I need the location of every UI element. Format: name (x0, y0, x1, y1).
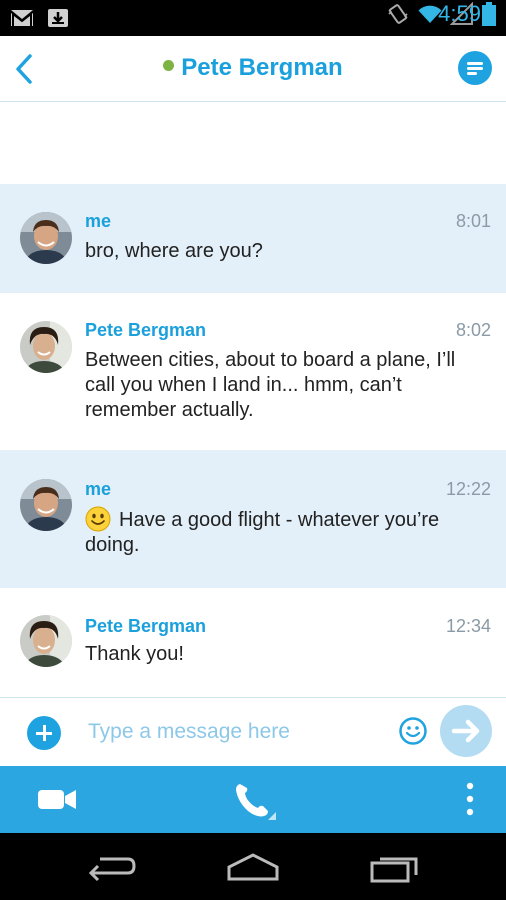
system-navigation-bar (0, 833, 506, 900)
emoticon-button[interactable] (398, 716, 428, 746)
smiley-icon (85, 506, 111, 532)
message-item[interactable]: me 8:01 bro, where are you? (0, 184, 506, 293)
battery-icon (482, 2, 496, 26)
voice-call-button[interactable] (232, 780, 276, 820)
sender-name: Pete Bergman (85, 320, 207, 340)
call-action-bar (0, 766, 506, 833)
system-recents-button[interactable] (370, 851, 420, 883)
video-camera-icon (38, 790, 76, 809)
presence-online-icon (163, 60, 175, 71)
sender-name: me (85, 479, 112, 499)
message-composer (0, 697, 506, 766)
avatar (20, 479, 72, 531)
send-button[interactable] (440, 705, 492, 757)
status-time: 4:59 (438, 1, 481, 26)
avatar (20, 212, 72, 264)
message-time: 12:34 (445, 616, 491, 636)
message-text: Thank you! (85, 643, 184, 665)
contact-name: Pete Bergman (181, 54, 343, 81)
menu-line-icon (467, 67, 483, 70)
more-options-button[interactable] (462, 782, 478, 816)
recent-apps-icon (370, 857, 418, 883)
system-home-button[interactable] (226, 851, 280, 883)
message-time: 12:22 (445, 479, 491, 499)
system-back-button[interactable] (88, 851, 138, 883)
add-content-button[interactable] (27, 716, 61, 750)
message-time: 8:01 (455, 211, 491, 231)
download-icon (48, 9, 68, 27)
message-text: Between cities, about to board a plane, … (85, 349, 456, 421)
conversation-header: Pete Bergman (0, 36, 506, 102)
smiley-outline-icon (399, 717, 427, 745)
home-icon (227, 853, 279, 881)
video-call-button[interactable] (36, 784, 80, 814)
message-item[interactable]: Pete Bergman 8:02 Between cities, about … (0, 293, 506, 450)
phone-icon (236, 784, 276, 820)
message-time: 8:02 (455, 320, 491, 340)
menu-line-icon (467, 62, 483, 65)
conversation-title[interactable]: Pete Bergman (0, 54, 506, 82)
message-item[interactable]: me 12:22 Have a good flight - whatever y… (0, 450, 506, 588)
overflow-menu-icon (466, 782, 474, 816)
arrow-right-icon (451, 719, 480, 743)
message-list[interactable]: me 8:01 bro, where are you? Pete Bergman… (0, 103, 506, 697)
avatar (20, 321, 72, 373)
avatar (20, 615, 72, 667)
gmail-icon (11, 10, 33, 26)
message-item[interactable]: Pete Bergman 12:34 Thank you! (0, 588, 506, 697)
conversation-menu-button[interactable] (458, 51, 492, 85)
message-text: Have a good flight - whatever you’re doi… (85, 509, 440, 556)
message-text: bro, where are you? (85, 240, 263, 262)
menu-line-icon (467, 72, 477, 75)
vibrate-icon (388, 4, 408, 24)
back-arrow-icon (88, 857, 136, 882)
sender-name: Pete Bergman (85, 616, 207, 636)
message-text-wrap: Have a good flight - whatever you’re doi… (85, 506, 486, 558)
status-bar: 4:59 (0, 0, 506, 36)
sender-name: me (85, 211, 112, 231)
message-input[interactable] (88, 716, 378, 748)
